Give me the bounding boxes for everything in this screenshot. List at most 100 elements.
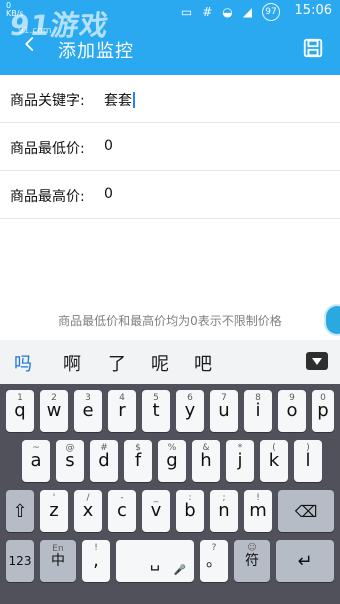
key-s-main: s — [65, 450, 75, 471]
space-key[interactable]: ␣ 🎤 — [116, 540, 194, 582]
key-x-main: x — [82, 500, 94, 521]
key-k-main: k — [268, 450, 280, 471]
key-g-sub: % — [167, 443, 177, 453]
key-s-sub: @ — [65, 443, 75, 453]
candidate-3[interactable]: 了 — [108, 350, 126, 376]
key-j[interactable]: * j — [226, 440, 254, 482]
key-c[interactable]: - c — [108, 490, 136, 532]
price-hint: 商品最低价和最高价均为0表示不限制价格 — [58, 314, 282, 328]
key-q-sub: 1 — [17, 393, 23, 403]
key-t-sub: 5 — [153, 393, 159, 403]
key-p[interactable]: 0 p — [312, 390, 334, 432]
key-t[interactable]: 5 t — [142, 390, 170, 432]
key-l-main: l — [305, 450, 311, 471]
key-u[interactable]: 7 u — [210, 390, 238, 432]
enter-icon: ↵ — [297, 550, 313, 572]
key-z-main: z — [49, 500, 59, 521]
comma-main: , — [93, 550, 99, 571]
key-w-main: w — [46, 400, 62, 421]
period-key[interactable]: ? 。 — [200, 540, 228, 582]
page-title: 添加监控 — [58, 41, 134, 62]
candidate-1[interactable]: 吗 — [14, 350, 32, 376]
keyword-input[interactable]: 套套 — [104, 90, 135, 110]
key-i-main: i — [255, 400, 261, 421]
shift-arrow-icon: ⇧ — [12, 500, 28, 522]
key-v[interactable]: _ v — [142, 490, 170, 532]
key-m[interactable]: ! m — [244, 490, 272, 532]
max-price-row[interactable]: 商品最高价: 0 — [0, 171, 340, 219]
key-s[interactable]: @ s — [56, 440, 84, 482]
floating-bubble[interactable] — [326, 306, 340, 334]
battery-level: 97 — [265, 7, 277, 17]
key-d-main: d — [98, 450, 110, 471]
key-y[interactable]: 6 y — [176, 390, 204, 432]
comma-key[interactable]: ! , — [82, 540, 110, 582]
key-i[interactable]: 8 i — [244, 390, 272, 432]
key-b-main: b — [184, 500, 196, 521]
key-f[interactable]: $ f — [124, 440, 152, 482]
candidate-2[interactable]: 啊 — [63, 350, 81, 376]
key-b-sub: : — [188, 493, 192, 503]
key-p-sub: 0 — [320, 393, 326, 403]
key-z-sub: ' — [52, 493, 56, 503]
status-bar: 0 KB/s 91游戏 91.com ▭ # ◒ ◢ 97 15:06 — [0, 0, 340, 43]
key-x[interactable]: / x — [74, 490, 102, 532]
key-d-sub: # — [100, 443, 108, 453]
monitor-form: 商品关键字: 套套 商品最低价: 0 商品最高价: 0 — [0, 75, 340, 219]
key-e[interactable]: 3 e — [74, 390, 102, 432]
language-switch-main: 中 — [51, 553, 65, 569]
key-j-main: j — [237, 450, 243, 471]
key-w[interactable]: 2 w — [40, 390, 68, 432]
key-z[interactable]: ' z — [40, 490, 68, 532]
status-time: 15:06 — [294, 3, 332, 18]
key-b[interactable]: : b — [176, 490, 204, 532]
back-button[interactable] — [16, 32, 44, 60]
save-icon — [302, 38, 324, 63]
hashtag-icon: # — [202, 5, 213, 19]
back-arrow-icon — [21, 35, 39, 57]
key-r[interactable]: 4 r — [108, 390, 136, 432]
key-n[interactable]: ; n — [210, 490, 238, 532]
key-q[interactable]: 1 q — [6, 390, 34, 432]
key-h[interactable]: & h — [192, 440, 220, 482]
number-mode-key[interactable]: 123 — [6, 540, 34, 582]
key-a[interactable]: ~ a — [22, 440, 50, 482]
backspace-icon: ⌫ — [294, 501, 318, 521]
min-price-input[interactable]: 0 — [104, 138, 113, 154]
key-e-sub: 3 — [85, 393, 91, 403]
collapse-keyboard-button[interactable] — [306, 352, 328, 370]
chat-icon: ▭ — [180, 5, 193, 19]
key-u-sub: 7 — [221, 393, 227, 403]
key-h-main: h — [200, 450, 212, 471]
signal-icon: ◢ — [242, 5, 252, 19]
key-k[interactable]: ( k — [260, 440, 288, 482]
key-d[interactable]: # d — [90, 440, 118, 482]
key-p-main: p — [317, 400, 329, 421]
key-m-sub: ! — [256, 493, 260, 503]
keyword-row[interactable]: 商品关键字: 套套 — [0, 75, 340, 123]
key-n-sub: ; — [222, 493, 226, 503]
enter-key[interactable]: ↵ — [276, 540, 334, 582]
key-v-sub: _ — [153, 493, 159, 503]
candidate-4[interactable]: 呢 — [151, 350, 169, 376]
backspace-key[interactable]: ⌫ — [278, 490, 334, 532]
save-button[interactable] — [302, 37, 324, 59]
symbols-key[interactable]: ☺ 符 — [234, 540, 270, 582]
key-k-sub: ( — [272, 443, 276, 453]
key-a-sub: ~ — [32, 443, 40, 453]
key-u-main: u — [218, 400, 230, 421]
key-c-sub: - — [120, 493, 124, 503]
max-price-input[interactable]: 0 — [104, 186, 113, 202]
candidate-bar: 吗 啊 了 呢 吧 — [0, 340, 340, 385]
language-switch-key[interactable]: En 中 — [40, 540, 76, 582]
min-price-row[interactable]: 商品最低价: 0 — [0, 123, 340, 171]
key-o[interactable]: 9 o — [278, 390, 306, 432]
keyboard-keys: 1 q 2 w 3 e 4 r 5 t 6 y 7 u 8 i 9 o 0 p … — [0, 384, 340, 604]
key-g[interactable]: % g — [158, 440, 186, 482]
shift-key[interactable]: ⇧ — [6, 490, 34, 532]
symbols-label: 符 — [245, 553, 259, 569]
key-l[interactable]: ) l — [294, 440, 322, 482]
min-price-label: 商品最低价: — [10, 141, 85, 157]
candidate-5[interactable]: 吧 — [194, 350, 212, 376]
key-a-main: a — [30, 450, 42, 471]
